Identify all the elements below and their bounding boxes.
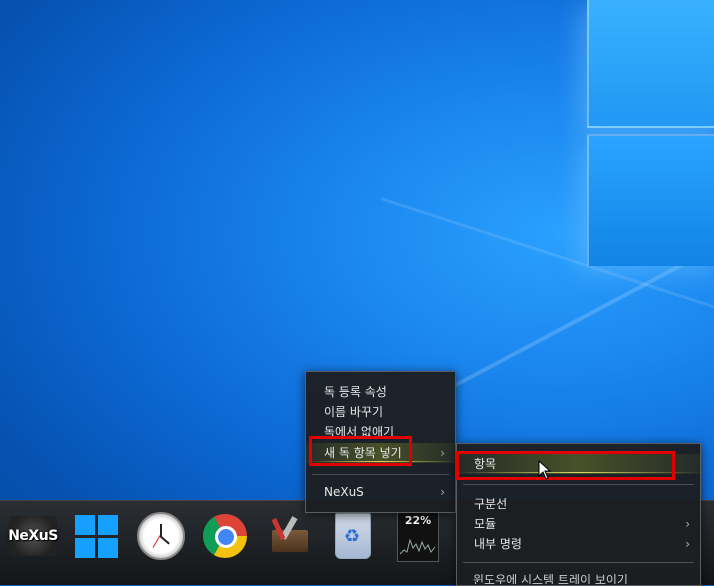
chrome-icon bbox=[203, 514, 247, 558]
dock-item-nexus[interactable]: NeXuS bbox=[8, 508, 58, 564]
menu-separator bbox=[463, 562, 694, 563]
chevron-right-icon: › bbox=[440, 446, 445, 460]
chevron-right-icon: › bbox=[685, 517, 690, 531]
menu-item-add-new-dock-item[interactable]: 새 독 항목 넣기 › bbox=[306, 443, 455, 463]
menu-item-dock-properties[interactable]: 독 등록 속성 bbox=[306, 382, 455, 402]
cpu-meter-icon: 22% bbox=[397, 510, 439, 562]
chevron-right-icon: › bbox=[685, 537, 690, 551]
menu-item-remove-from-dock[interactable]: 독에서 없애기 bbox=[306, 422, 455, 442]
menu-separator bbox=[463, 484, 694, 485]
submenu-item-module[interactable]: 모듈 › bbox=[457, 514, 700, 534]
menu-item-nexus[interactable]: NeXuS › bbox=[306, 482, 455, 502]
clock-icon bbox=[137, 512, 185, 560]
dock-item-tools[interactable] bbox=[265, 508, 315, 564]
dock-item-chrome[interactable] bbox=[200, 508, 250, 564]
dock-context-menu: 독 등록 속성 이름 바꾸기 독에서 없애기 새 독 항목 넣기 › NeXuS… bbox=[305, 371, 456, 513]
tools-icon bbox=[268, 516, 312, 556]
dock-item-recycle-bin[interactable] bbox=[328, 508, 378, 564]
windows-logo-icon bbox=[74, 514, 118, 558]
menu-separator bbox=[312, 474, 449, 475]
dock-item-clock[interactable] bbox=[136, 508, 186, 564]
nexus-logo-icon: NeXuS bbox=[8, 516, 58, 556]
menu-item-rename[interactable]: 이름 바꾸기 bbox=[306, 402, 455, 422]
submenu-item-item[interactable]: 항목 bbox=[457, 454, 700, 474]
submenu-item-separator[interactable]: 구분선 bbox=[457, 494, 700, 514]
windows-logo-pane-bottom bbox=[587, 134, 714, 266]
submenu-item-internal-command[interactable]: 내부 명령 › bbox=[457, 534, 700, 554]
mouse-cursor-icon bbox=[538, 459, 552, 484]
windows-logo-pane-top bbox=[587, 0, 714, 128]
chevron-right-icon: › bbox=[440, 485, 445, 499]
cpu-percent: 22% bbox=[404, 514, 432, 527]
recycle-bin-icon bbox=[335, 513, 371, 559]
dock-item-cpu-meter[interactable]: 22% bbox=[393, 508, 443, 564]
submenu-item-show-system-tray[interactable]: 윈도우에 시스템 트레이 보이기 bbox=[473, 574, 628, 584]
add-dock-item-submenu: 항목 구분선 모듈 › 내부 명령 › bbox=[456, 443, 701, 586]
dock-item-windows[interactable] bbox=[71, 508, 121, 564]
